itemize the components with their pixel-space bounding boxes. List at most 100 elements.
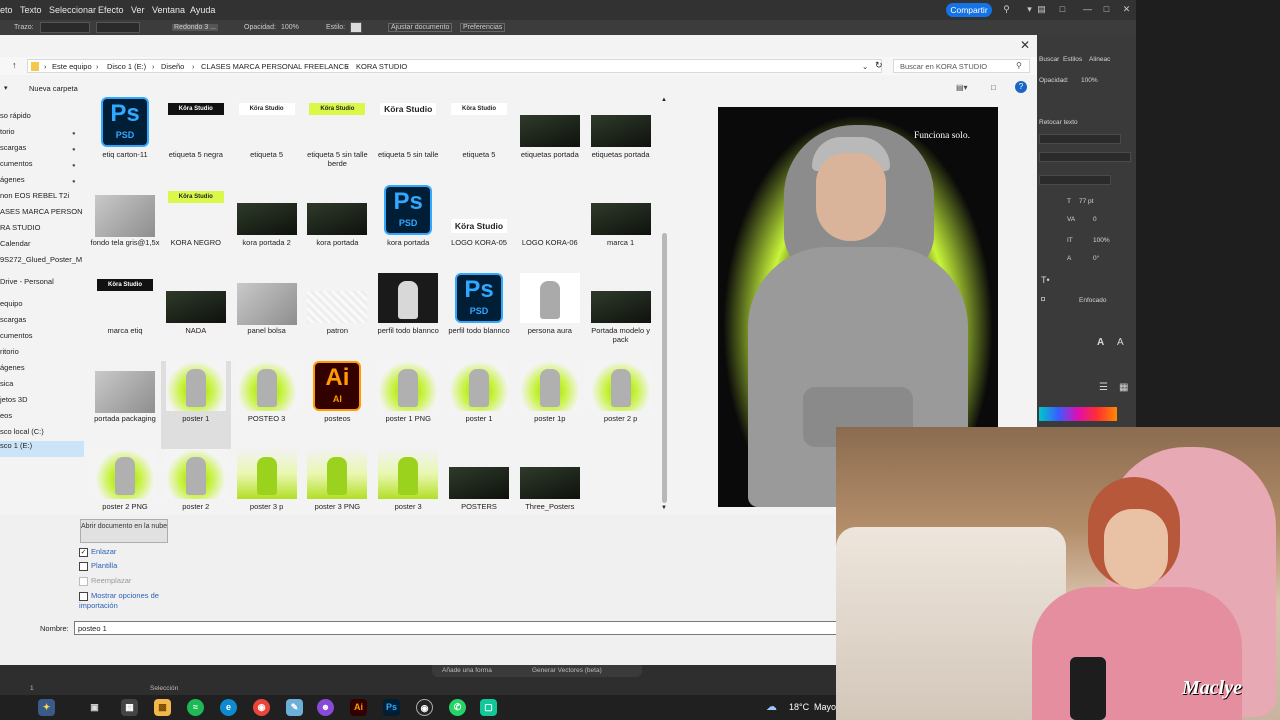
file-item[interactable]: Köra Studio etiqueta 5 negra bbox=[161, 97, 231, 185]
text-case-icon[interactable]: T• bbox=[1041, 275, 1050, 285]
nav-item-videos[interactable]: eos bbox=[0, 411, 84, 427]
nav-item-kora[interactable]: RA STUDIO bbox=[0, 223, 84, 239]
obs-icon[interactable]: ◉ bbox=[416, 699, 433, 716]
file-item[interactable]: Köra Studio etiqueta 5 bbox=[232, 97, 302, 185]
add-shape-button[interactable]: Añade una forma bbox=[442, 667, 492, 674]
file-item[interactable]: Köra Studio LOGO KORA-05 bbox=[444, 185, 514, 273]
panel-tab-buscar[interactable]: Buscar bbox=[1039, 56, 1059, 63]
scrollbar-thumb[interactable] bbox=[662, 233, 667, 503]
weather-text[interactable]: Mayo bbox=[814, 702, 836, 712]
menu-item-efecto[interactable]: Efecto bbox=[98, 5, 124, 15]
menu-item[interactable]: eto bbox=[0, 5, 13, 15]
illustrator-icon[interactable]: Ai bbox=[350, 699, 367, 716]
chrome-icon[interactable]: ◉ bbox=[253, 699, 270, 716]
text-style-icon[interactable]: A bbox=[1097, 337, 1104, 348]
search-icon[interactable]: ⚲ bbox=[1001, 4, 1012, 15]
file-item[interactable]: Ai AI posteos bbox=[302, 361, 372, 449]
file-item[interactable]: poster 1p bbox=[515, 361, 585, 449]
file-explorer-icon[interactable]: ▩ bbox=[154, 699, 171, 716]
file-item[interactable]: LOGO KORA-06 bbox=[515, 185, 585, 273]
menu-item-ayuda[interactable]: Ayuda bbox=[190, 5, 215, 15]
edge-icon[interactable]: e bbox=[220, 699, 237, 716]
app-icon[interactable]: ▢ bbox=[480, 699, 497, 716]
view-icon[interactable]: ▤▾ bbox=[956, 83, 968, 92]
file-item[interactable]: kora portada bbox=[302, 185, 372, 273]
workspace-icon[interactable]: ▾ bbox=[1024, 4, 1035, 15]
file-item[interactable]: kora portada 2 bbox=[232, 185, 302, 273]
breadcrumb-diseno[interactable]: Diseño bbox=[161, 62, 184, 71]
photoshop-icon[interactable]: Ps bbox=[383, 699, 400, 716]
nav-item-poster[interactable]: 9S272_Glued_Poster_M bbox=[0, 255, 84, 271]
nav-item-drive[interactable]: Drive - Personal bbox=[0, 277, 84, 293]
preferences-button[interactable]: Preferencias bbox=[460, 23, 506, 32]
breadcrumb[interactable]: › Este equipo › Disco 1 (E:) › Diseño › … bbox=[27, 59, 882, 73]
font-style-field[interactable] bbox=[1039, 152, 1131, 162]
panel-icon[interactable]: ▤ bbox=[1036, 4, 1047, 15]
fit-document-button[interactable]: Ajustar documento bbox=[388, 23, 453, 32]
search-input[interactable]: Buscar en KORA STUDIO ⚲ bbox=[893, 59, 1030, 73]
up-arrow-icon[interactable]: ↑ bbox=[12, 60, 17, 70]
nav-item-quick-access[interactable]: so rápido bbox=[0, 111, 84, 127]
rotation-value[interactable]: 0° bbox=[1093, 255, 1099, 262]
nav-item-this-pc[interactable]: equipo bbox=[0, 299, 84, 315]
nav-item-calendar[interactable]: Calendar bbox=[0, 239, 84, 255]
checkbox-checked[interactable]: ✓ bbox=[79, 547, 88, 557]
nav-item-3d-objects[interactable]: jetos 3D bbox=[0, 395, 84, 411]
widgets-icon[interactable]: ✦ bbox=[38, 699, 55, 716]
dialog-close-icon[interactable]: ✕ bbox=[1020, 38, 1030, 52]
opacity-value[interactable]: 100% bbox=[281, 24, 299, 31]
file-item[interactable]: patron bbox=[302, 273, 372, 361]
file-item[interactable]: poster 1 bbox=[444, 361, 514, 449]
grid-icon[interactable]: ▦ bbox=[1119, 382, 1128, 393]
scale-value[interactable]: 100% bbox=[1093, 237, 1110, 244]
weather-temp[interactable]: 18°C bbox=[789, 702, 809, 712]
menu-item-ventana[interactable]: Ventana bbox=[152, 5, 185, 15]
panel-tab-alineac[interactable]: Alineac bbox=[1089, 56, 1110, 63]
scrollbar[interactable]: ▲ ▼ bbox=[659, 97, 670, 515]
file-item[interactable]: POSTEO 3 bbox=[232, 361, 302, 449]
menu-item-seleccionar[interactable]: Seleccionar bbox=[49, 5, 96, 15]
arrange-icon[interactable]: □ bbox=[1057, 4, 1068, 15]
nav-item-desktop-2[interactable]: ritorio bbox=[0, 347, 84, 363]
maximize-icon[interactable]: □ bbox=[1101, 4, 1112, 15]
color-swatches[interactable] bbox=[1039, 407, 1117, 421]
refresh-icon[interactable]: ↻ bbox=[875, 60, 883, 71]
file-item[interactable]: poster 2 p bbox=[586, 361, 656, 449]
discord-icon[interactable]: ☻ bbox=[317, 699, 334, 716]
nav-item-downloads-2[interactable]: scargas bbox=[0, 315, 84, 331]
share-button[interactable]: Compartir bbox=[946, 3, 992, 17]
panel-tab-estilos[interactable]: Estilos bbox=[1063, 56, 1082, 63]
breadcrumb-disco[interactable]: Disco 1 (E:) bbox=[107, 62, 146, 71]
template-checkbox[interactable]: Plantilla bbox=[79, 561, 117, 571]
nav-item-clases[interactable]: ASES MARCA PERSON bbox=[0, 207, 84, 223]
style-swatch[interactable] bbox=[350, 22, 362, 33]
file-item[interactable]: panel bolsa bbox=[232, 273, 302, 361]
file-item[interactable]: persona aura bbox=[515, 273, 585, 361]
minimize-icon[interactable]: — bbox=[1082, 4, 1093, 15]
font-family-field[interactable] bbox=[1039, 134, 1121, 144]
preview-pane-icon[interactable]: □ bbox=[991, 83, 996, 92]
retouch-text-button[interactable]: Retocar texto bbox=[1039, 119, 1078, 126]
file-item[interactable]: marca 1 bbox=[586, 185, 656, 273]
link-checkbox[interactable]: ✓ Enlazar bbox=[79, 547, 116, 557]
paragraph-icon[interactable]: A bbox=[1117, 337, 1124, 348]
new-folder-button[interactable]: Nueva carpeta bbox=[29, 84, 78, 93]
font-size-value[interactable]: 77 pt bbox=[1079, 198, 1093, 205]
stroke-field[interactable] bbox=[40, 22, 90, 33]
file-item[interactable]: Ps PSD etiq carton-11 bbox=[90, 97, 160, 185]
help-icon[interactable]: ? bbox=[1015, 81, 1027, 93]
opacity-value[interactable]: 100% bbox=[1081, 77, 1098, 84]
menu-item-texto[interactable]: Texto bbox=[20, 5, 42, 15]
file-item[interactable]: Köra Studio KORA NEGRO bbox=[161, 185, 231, 273]
menu-item-ver[interactable]: Ver bbox=[131, 5, 145, 15]
file-item[interactable]: NADA bbox=[161, 273, 231, 361]
file-item[interactable]: etiquetas portada bbox=[586, 97, 656, 185]
file-name-input[interactable]: posteo 1 bbox=[74, 621, 854, 635]
scroll-up-icon[interactable]: ▲ bbox=[661, 97, 667, 103]
task-view-icon[interactable]: ▣ bbox=[86, 699, 103, 716]
variable-width-field[interactable] bbox=[96, 22, 140, 33]
nav-item-canon[interactable]: non EOS REBEL T2i bbox=[0, 191, 84, 207]
nav-item-documents-2[interactable]: cumentos bbox=[0, 331, 84, 347]
file-item[interactable]: poster 1 PNG bbox=[373, 361, 443, 449]
tracking-value[interactable]: 0 bbox=[1093, 216, 1097, 223]
